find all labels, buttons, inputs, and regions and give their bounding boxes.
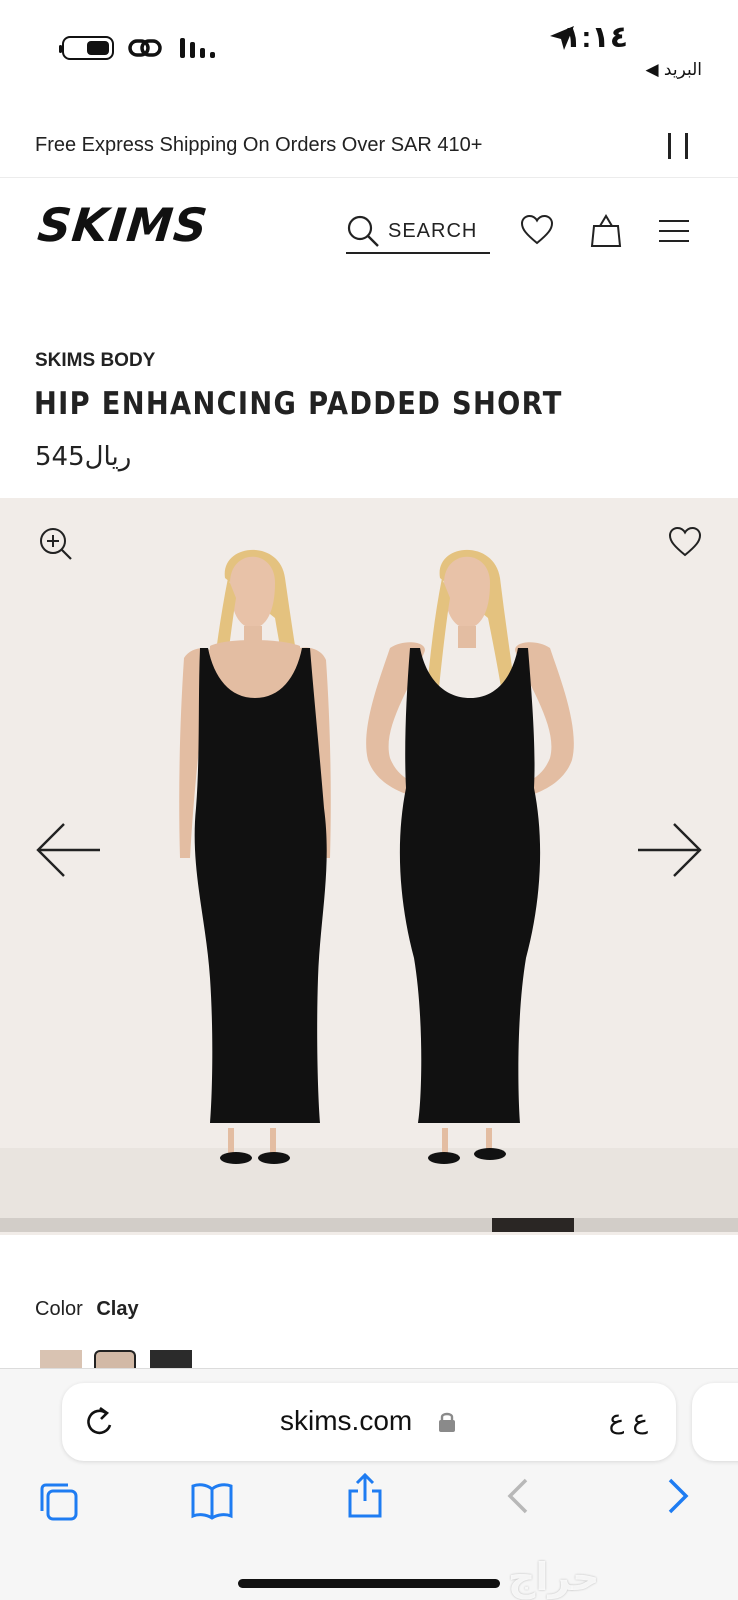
status-bar: ١:١٤ ◀ البريد <box>0 0 738 100</box>
watermark-logo: حراج <box>508 1555 600 1599</box>
address-bar[interactable]: skims.com ع ع <box>62 1383 676 1461</box>
share-icon[interactable] <box>346 1473 384 1519</box>
color-label: Color <box>35 1298 83 1320</box>
lock-icon <box>439 1412 455 1432</box>
product-price: 545ريال <box>35 442 132 472</box>
text-size-button[interactable]: ع ع <box>609 1405 648 1435</box>
product-brand[interactable]: SKIMS BODY <box>35 350 155 372</box>
promo-text: Free Express Shipping On Orders Over SAR… <box>35 134 483 156</box>
back-icon[interactable] <box>506 1477 530 1515</box>
pause-icon[interactable] <box>668 133 688 159</box>
search-label: SEARCH <box>388 219 478 242</box>
promo-bar: Free Express Shipping On Orders Over SAR… <box>0 118 738 178</box>
arrow-right-icon[interactable] <box>636 822 702 878</box>
model-image-front <box>179 549 331 1164</box>
gallery-progress-indicator <box>492 1218 574 1232</box>
search-button[interactable]: SEARCH <box>346 210 490 254</box>
color-selector-label: Color Clay <box>35 1298 139 1321</box>
skims-logo[interactable]: SKIMS <box>35 198 210 252</box>
bag-icon[interactable] <box>590 214 622 248</box>
status-time: ١:١٤ <box>563 21 628 54</box>
arrow-left-icon[interactable] <box>36 822 102 878</box>
battery-icon <box>59 36 114 60</box>
tabs-icon[interactable] <box>38 1481 80 1523</box>
site-header: SKIMS SEARCH <box>0 180 738 280</box>
forward-icon[interactable] <box>666 1477 690 1515</box>
color-value: Clay <box>96 1298 139 1320</box>
home-indicator <box>238 1579 500 1588</box>
next-tab-preview[interactable] <box>692 1383 738 1461</box>
zoom-in-icon[interactable] <box>38 526 74 562</box>
status-icons <box>59 36 218 60</box>
browser-toolbar: skims.com ع ع حراج <box>0 1368 738 1600</box>
signal-icon <box>180 38 215 58</box>
search-icon <box>347 215 379 247</box>
product-title: HIP ENHANCING PADDED SHORT <box>34 386 563 422</box>
bookmarks-icon[interactable] <box>190 1481 234 1521</box>
heart-icon[interactable] <box>520 214 554 246</box>
menu-icon[interactable] <box>658 218 690 244</box>
back-to-app-link[interactable]: ◀ البريد <box>645 60 702 80</box>
url-domain: skims.com <box>280 1405 413 1436</box>
reload-icon[interactable] <box>84 1405 116 1439</box>
model-image-side <box>366 549 574 1164</box>
wishlist-heart-icon[interactable] <box>668 526 702 558</box>
link-icon <box>128 39 162 57</box>
gallery-progress <box>0 1218 738 1232</box>
product-image-gallery[interactable] <box>0 498 738 1235</box>
